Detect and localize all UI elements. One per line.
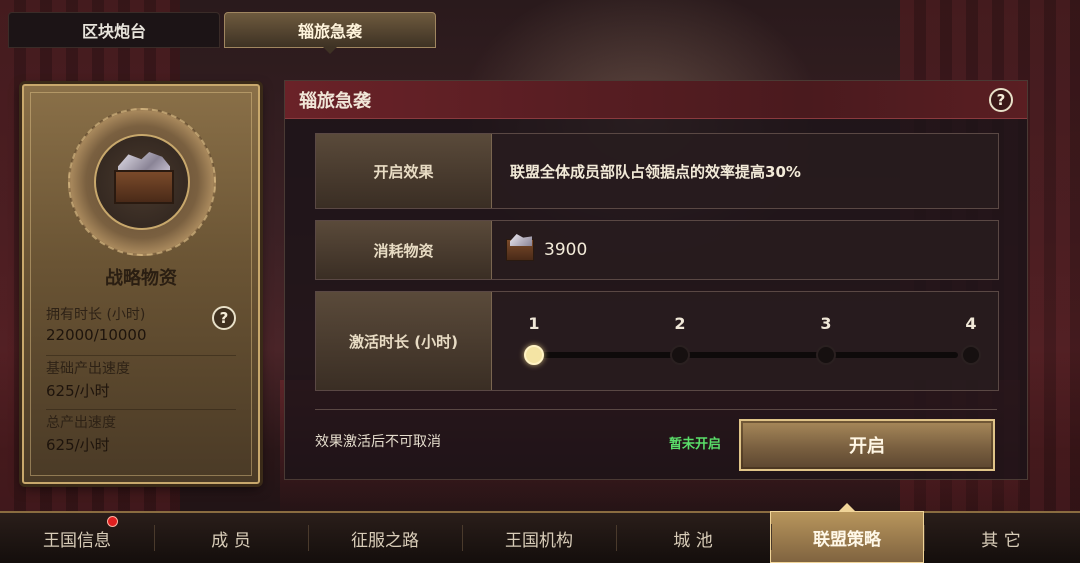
question-icon[interactable]: ?	[212, 306, 236, 330]
stat-owned-duration: 拥有时长 (小时) 22000/10000 ?	[46, 304, 236, 356]
slider-node-1[interactable]	[524, 345, 544, 365]
slider-track[interactable]	[534, 352, 958, 358]
cancel-warning: 效果激活后不可取消	[315, 434, 441, 450]
nav-label: 王国信息	[43, 530, 111, 551]
cost-row: 消耗物资 3900	[315, 220, 999, 280]
slider-node-4[interactable]	[961, 345, 981, 365]
effect-label: 开启效果	[316, 134, 492, 208]
tab-supply-raid[interactable]: 辎旅急袭	[224, 12, 436, 48]
stat-value: 625/小时	[46, 382, 110, 400]
cost-label: 消耗物资	[316, 221, 492, 279]
stat-label: 总产出速度	[46, 415, 116, 431]
resource-info-card: 战略物资 拥有时长 (小时) 22000/10000 ? 基础产出速度 625/…	[22, 84, 260, 484]
slider-tick-label: 3	[820, 314, 832, 333]
nav-cities[interactable]: 城 池	[616, 513, 770, 563]
nav-members[interactable]: 成 员	[154, 513, 308, 563]
stat-label: 基础产出速度	[46, 361, 130, 377]
stat-total-output: 总产出速度 625/小时	[46, 412, 236, 464]
panel-header: 辎旅急袭 ?	[285, 81, 1027, 119]
slider-tick-label: 2	[674, 314, 686, 333]
stat-value: 22000/10000	[46, 326, 147, 344]
slider-node-2[interactable]	[670, 345, 690, 365]
nav-label: 其 它	[981, 530, 1021, 551]
duration-row: 激活时长 (小时) 1 2 3 4	[315, 291, 999, 391]
nav-other[interactable]: 其 它	[924, 513, 1078, 563]
nav-label: 城 池	[673, 530, 713, 551]
notification-dot	[107, 516, 118, 527]
resource-crate-icon	[94, 134, 190, 230]
bottom-nav: 王国信息 成 员 征服之路 王国机构 城 池 联盟策略 其 它	[0, 511, 1080, 563]
effect-value: 联盟全体成员部队占领据点的效率提高30%	[510, 162, 801, 181]
nav-label: 联盟策略	[813, 529, 881, 550]
nav-kingdom-info[interactable]: 王国信息	[0, 513, 154, 563]
stat-value: 625/小时	[46, 436, 110, 454]
crate-box	[114, 170, 174, 204]
duration-label: 激活时长 (小时)	[316, 292, 492, 390]
nav-conquest-road[interactable]: 征服之路	[308, 513, 462, 563]
tab-block-turret[interactable]: 区块炮台	[8, 12, 220, 48]
status-label: 暂未开启	[669, 437, 722, 452]
nav-label: 王国机构	[505, 530, 573, 551]
cost-amount: 3900	[544, 240, 588, 260]
duration-slider[interactable]: 1 2 3 4	[516, 292, 981, 390]
question-icon[interactable]: ?	[989, 88, 1013, 112]
nav-kingdom-institutions[interactable]: 王国机构	[462, 513, 616, 563]
stat-base-output: 基础产出速度 625/小时	[46, 358, 236, 410]
nav-alliance-strategy[interactable]: 联盟策略	[770, 511, 924, 563]
top-tab-bar: 区块炮台 辎旅急袭	[8, 12, 436, 48]
open-button[interactable]: 开启	[739, 419, 995, 471]
resource-medallion	[68, 108, 216, 256]
nav-label: 征服之路	[351, 530, 419, 551]
slider-tick-label: 4	[965, 314, 977, 333]
panel-title: 辎旅急袭	[299, 90, 371, 112]
cost-content: 3900	[506, 221, 988, 279]
slider-tick-label: 1	[528, 314, 540, 333]
resource-crate-icon	[506, 239, 534, 261]
panel-divider	[315, 409, 997, 410]
resource-title: 战略物资	[105, 268, 177, 289]
effect-row: 开启效果 联盟全体成员部队占领据点的效率提高30%	[315, 133, 999, 209]
strategy-panel: 辎旅急袭 ? 开启效果 联盟全体成员部队占领据点的效率提高30% 消耗物资 39…	[284, 80, 1028, 480]
nav-label: 成 员	[211, 530, 251, 551]
slider-node-3[interactable]	[816, 345, 836, 365]
stat-label: 拥有时长 (小时)	[46, 307, 146, 323]
